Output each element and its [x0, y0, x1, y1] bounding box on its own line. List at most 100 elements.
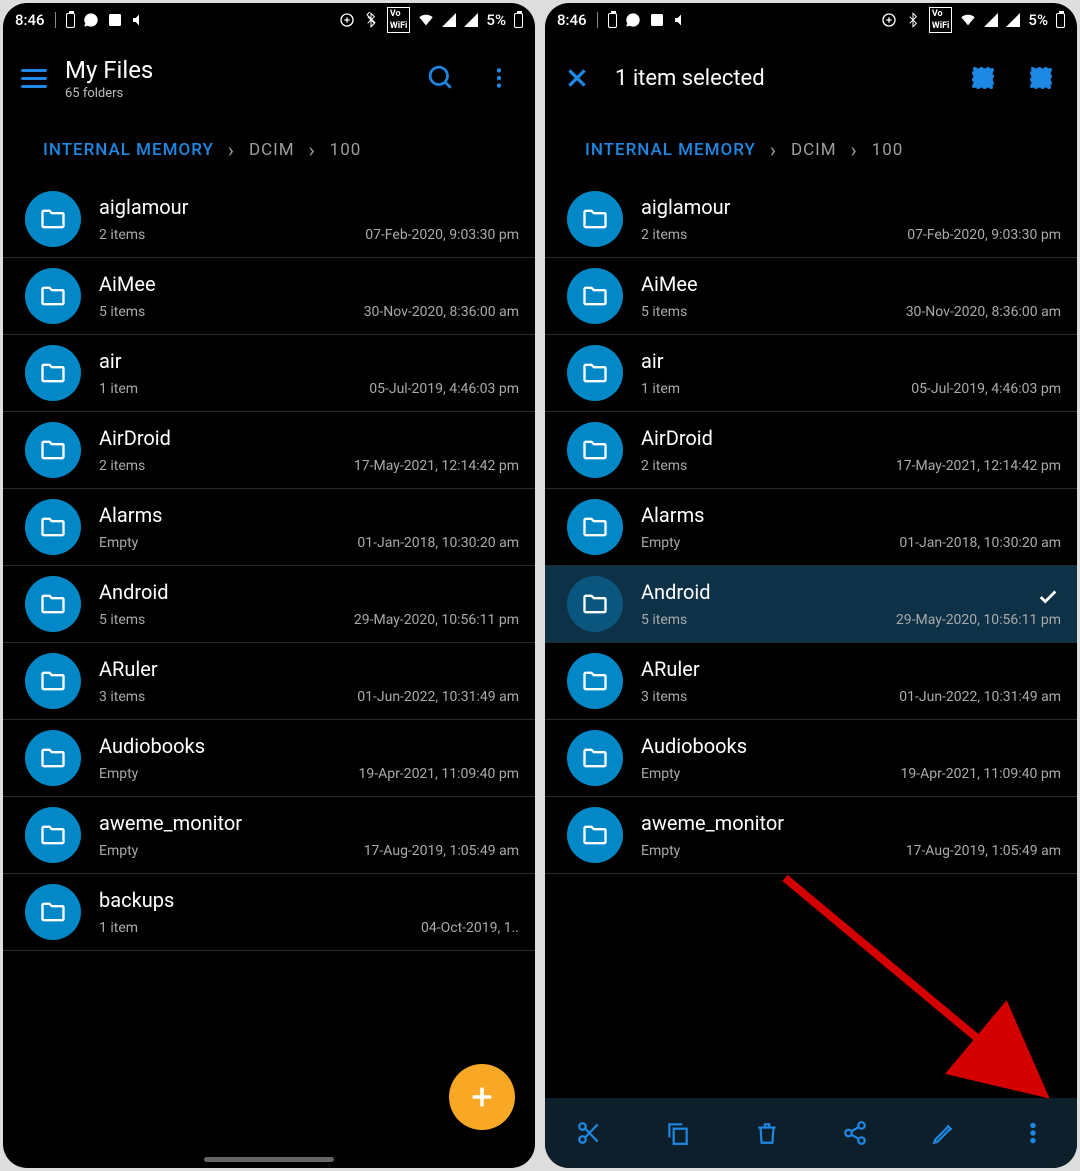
folder-name: AirDroid: [99, 426, 519, 450]
overflow-button[interactable]: [479, 58, 519, 98]
folder-icon: [25, 191, 81, 247]
close-selection-button[interactable]: [557, 58, 597, 98]
select-none-button[interactable]: [1021, 58, 1061, 98]
fab-add[interactable]: [449, 1064, 515, 1130]
copy-button[interactable]: [654, 1109, 702, 1157]
search-button[interactable]: [421, 58, 461, 98]
share-button[interactable]: [831, 1109, 879, 1157]
folder-count: 1 item: [99, 381, 138, 397]
folder-count: 5 items: [99, 612, 145, 628]
folder-count: 3 items: [99, 689, 145, 705]
folder-date: 07-Feb-2020, 9:03:30 pm: [907, 227, 1061, 243]
folder-name: AiMee: [641, 272, 1061, 296]
image-icon: [649, 12, 665, 28]
list-item[interactable]: Alarms Empty 01-Jan-2018, 10:30:20 am: [545, 489, 1077, 566]
select-all-button[interactable]: [963, 58, 1003, 98]
rename-button[interactable]: [920, 1109, 968, 1157]
folder-name: aweme_monitor: [99, 811, 519, 835]
list-item[interactable]: backups 1 item 04-Oct-2019, 1..: [3, 874, 535, 951]
list-item[interactable]: ARuler 3 items 01-Jun-2022, 10:31:49 am: [3, 643, 535, 720]
list-item[interactable]: aiglamour 2 items 07-Feb-2020, 9:03:30 p…: [545, 181, 1077, 258]
crumb-root[interactable]: INTERNAL MEMORY: [43, 140, 214, 160]
share-icon: [842, 1120, 868, 1146]
list-item[interactable]: AirDroid 2 items 17-May-2021, 12:14:42 p…: [545, 412, 1077, 489]
chevron-right-icon: ›: [228, 138, 235, 162]
folder-date: 29-May-2020, 10:56:11 pm: [354, 612, 519, 628]
list-item[interactable]: aweme_monitor Empty 17-Aug-2019, 1:05:49…: [545, 797, 1077, 874]
list-item[interactable]: Audiobooks Empty 19-Apr-2021, 11:09:40 p…: [3, 720, 535, 797]
more-button[interactable]: [1009, 1109, 1057, 1157]
folder-date: 19-Apr-2021, 11:09:40 pm: [900, 766, 1061, 782]
trash-icon: [754, 1120, 780, 1146]
delete-button[interactable]: [743, 1109, 791, 1157]
crumb-2[interactable]: 100: [872, 140, 904, 160]
folder-count: Empty: [99, 843, 138, 859]
list-item[interactable]: Audiobooks Empty 19-Apr-2021, 11:09:40 p…: [545, 720, 1077, 797]
more-vert-icon: [1020, 1120, 1046, 1146]
vowifi-icon: VoWiFi: [929, 7, 953, 33]
folder-name: Alarms: [99, 503, 519, 527]
battery-low-icon: [66, 13, 75, 28]
volume-icon: [673, 12, 689, 28]
folder-list[interactable]: aiglamour 2 items 07-Feb-2020, 9:03:30 p…: [545, 181, 1077, 1098]
signal-icon: [984, 13, 998, 27]
battery-icon: [514, 13, 523, 28]
folder-date: 30-Nov-2020, 8:36:00 am: [906, 304, 1061, 320]
folder-name: Audiobooks: [641, 734, 1061, 758]
folder-icon: [25, 499, 81, 555]
bluetooth-icon: [363, 12, 379, 28]
status-bar: 8:46 VoWiFi 5%: [3, 3, 535, 37]
crumb-2[interactable]: 100: [330, 140, 362, 160]
list-item[interactable]: aweme_monitor Empty 17-Aug-2019, 1:05:49…: [3, 797, 535, 874]
folder-name: Android: [99, 580, 519, 604]
folder-count: 2 items: [641, 227, 687, 243]
folder-name: AiMee: [99, 272, 519, 296]
list-item[interactable]: air 1 item 05-Jul-2019, 4:46:03 pm: [545, 335, 1077, 412]
list-item[interactable]: air 1 item 05-Jul-2019, 4:46:03 pm: [3, 335, 535, 412]
menu-icon[interactable]: [21, 69, 47, 88]
folder-name: Alarms: [641, 503, 1061, 527]
signal-icon: [442, 13, 456, 27]
list-item[interactable]: AirDroid 2 items 17-May-2021, 12:14:42 p…: [3, 412, 535, 489]
cut-icon: [576, 1120, 602, 1146]
folder-name: ARuler: [99, 657, 519, 681]
copy-icon: [665, 1120, 691, 1146]
list-item[interactable]: Alarms Empty 01-Jan-2018, 10:30:20 am: [3, 489, 535, 566]
nav-pill[interactable]: [204, 1157, 334, 1162]
folder-date: 17-May-2021, 12:14:42 pm: [354, 458, 519, 474]
list-item[interactable]: AiMee 5 items 30-Nov-2020, 8:36:00 am: [3, 258, 535, 335]
list-item[interactable]: AiMee 5 items 30-Nov-2020, 8:36:00 am: [545, 258, 1077, 335]
data-saver-icon: [339, 12, 355, 28]
folder-name: backups: [99, 888, 519, 912]
folder-icon: [25, 576, 81, 632]
volume-icon: [131, 12, 147, 28]
crumb-1[interactable]: DCIM: [249, 140, 295, 160]
list-item[interactable]: ARuler 3 items 01-Jun-2022, 10:31:49 am: [545, 643, 1077, 720]
status-time: 8:46: [15, 11, 45, 29]
breadcrumb[interactable]: INTERNAL MEMORY › DCIM › 100: [3, 119, 535, 181]
page-subtitle: 65 folders: [65, 86, 153, 101]
plus-icon: [468, 1083, 496, 1111]
folder-name: aiglamour: [641, 195, 1061, 219]
list-item[interactable]: Android 5 items 29-May-2020, 10:56:11 pm: [3, 566, 535, 643]
close-icon: [564, 65, 590, 91]
crumb-root[interactable]: INTERNAL MEMORY: [585, 140, 756, 160]
page-title: My Files: [65, 56, 153, 84]
phone-right: 8:46 VoWiFi 5% 1 item selected: [545, 3, 1077, 1168]
folder-count: 5 items: [641, 612, 687, 628]
folder-date: 01-Jun-2022, 10:31:49 am: [899, 689, 1061, 705]
folder-icon: [25, 884, 81, 940]
breadcrumb[interactable]: INTERNAL MEMORY › DCIM › 100: [545, 119, 1077, 181]
selection-title: 1 item selected: [615, 66, 765, 91]
folder-date: 01-Jan-2018, 10:30:20 am: [357, 535, 519, 551]
folder-icon: [567, 576, 623, 632]
cut-button[interactable]: [565, 1109, 613, 1157]
folder-name: air: [641, 349, 1061, 373]
crumb-1[interactable]: DCIM: [791, 140, 837, 160]
list-item[interactable]: Android 5 items 29-May-2020, 10:56:11 pm: [545, 566, 1077, 643]
check-icon: [1037, 586, 1059, 612]
folder-icon: [567, 268, 623, 324]
list-item[interactable]: aiglamour 2 items 07-Feb-2020, 9:03:30 p…: [3, 181, 535, 258]
folder-icon: [567, 807, 623, 863]
folder-list[interactable]: aiglamour 2 items 07-Feb-2020, 9:03:30 p…: [3, 181, 535, 1168]
